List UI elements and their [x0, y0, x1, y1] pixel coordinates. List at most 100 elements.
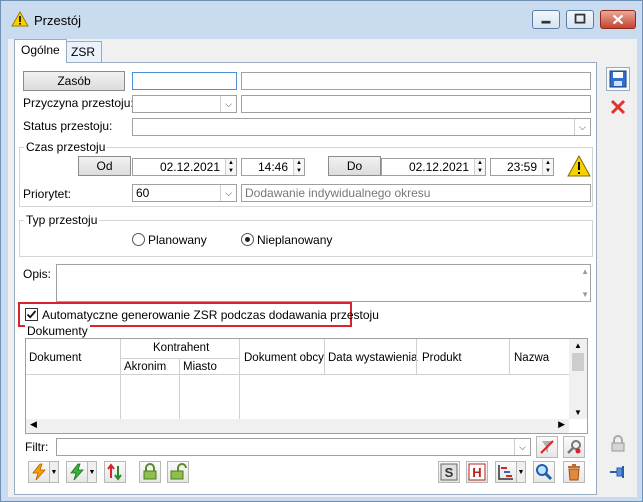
- h-button[interactable]: H: [466, 461, 488, 483]
- spin-icon[interactable]: ▲ ▼: [293, 159, 304, 175]
- clear-filter-icon: [540, 440, 554, 454]
- wrench-filter-icon: [567, 440, 581, 454]
- clear-filter-button[interactable]: [536, 436, 558, 458]
- przyczyna-label: Przyczyna przestoju:: [23, 96, 134, 110]
- status-combo[interactable]: ⌵: [132, 118, 591, 136]
- dokumenty-grid[interactable]: Dokument Kontrahent Akronim Miasto Dokum…: [25, 338, 588, 434]
- horizontal-scrollbar[interactable]: ◀ ▶: [26, 419, 569, 433]
- do-date-value: 02.12.2021: [408, 160, 469, 174]
- dialog-body: Ogólne ZSR Zasób Przyczyna przestoju: ⌵ …: [8, 39, 637, 497]
- filtr-label: Filtr:: [25, 440, 49, 454]
- zasob-code-input[interactable]: [132, 72, 237, 90]
- minimize-button[interactable]: [532, 10, 560, 29]
- spin-icon[interactable]: ▲ ▼: [542, 159, 553, 175]
- maximize-button[interactable]: [566, 10, 594, 29]
- generate-button[interactable]: [66, 461, 88, 483]
- col-akronim[interactable]: Akronim: [124, 361, 166, 373]
- title-bar[interactable]: Przestój: [1, 1, 642, 39]
- tab-panel-ogolne: Zasób Przyczyna przestoju: ⌵ Status prze…: [14, 62, 597, 495]
- chart-dropdown[interactable]: ▼: [517, 461, 526, 483]
- dialog-window: Przestój Ogólne ZSR Zasób Przyczyna prze…: [0, 0, 643, 502]
- filtr-combo[interactable]: ⌵: [56, 438, 531, 456]
- nieplanowany-radio[interactable]: [241, 233, 254, 246]
- add-document-dropdown[interactable]: ▼: [50, 461, 59, 483]
- lock-window-button[interactable]: [606, 432, 630, 456]
- scroll-down-icon[interactable]: ▼: [581, 290, 589, 299]
- chart-button[interactable]: [495, 461, 517, 483]
- do-button[interactable]: Do: [328, 156, 381, 176]
- col-data-wystawienia[interactable]: Data wystawienia: [328, 352, 417, 364]
- unlock-button[interactable]: [167, 461, 189, 483]
- green-lightning-icon: [70, 463, 84, 481]
- pin-button[interactable]: [606, 460, 630, 484]
- header-bottom: [26, 374, 569, 375]
- nieplanowany-label[interactable]: Nieplanowany: [257, 233, 332, 247]
- do-date-input[interactable]: 02.12.2021 ▲ ▼: [381, 158, 486, 176]
- opis-textarea[interactable]: ▲ ▼: [56, 264, 591, 302]
- dokumenty-group-title: Dokumenty: [25, 324, 90, 338]
- pin-icon: [610, 466, 624, 478]
- add-document-button[interactable]: [28, 461, 50, 483]
- tab-zsr[interactable]: ZSR: [64, 41, 102, 63]
- od-date-input[interactable]: 02.12.2021 ▲ ▼: [132, 158, 237, 176]
- planowany-radio[interactable]: [132, 233, 145, 246]
- search-button[interactable]: [533, 461, 555, 483]
- minimize-icon: [541, 20, 551, 24]
- priorytet-value: 60: [136, 186, 150, 200]
- col-divider: [509, 339, 510, 374]
- scroll-thumb[interactable]: [572, 353, 584, 371]
- col-produkt[interactable]: Produkt: [422, 352, 462, 364]
- do-time-input[interactable]: 23:59 ▲ ▼: [490, 158, 554, 176]
- chevron-down-icon: ⌵: [514, 439, 530, 455]
- auto-zsr-checkbox[interactable]: [25, 308, 38, 321]
- priorytet-combo[interactable]: 60 ⌵: [132, 184, 237, 202]
- priorytet-label: Priorytet:: [23, 187, 72, 201]
- spin-icon[interactable]: ▲ ▼: [474, 159, 485, 175]
- zasob-button[interactable]: Zasób: [23, 71, 125, 91]
- scroll-right-icon[interactable]: ▶: [558, 419, 565, 430]
- lock-button[interactable]: [139, 461, 161, 483]
- typ-group-title: Typ przestoju: [24, 213, 100, 227]
- okres-input[interactable]: Dodawanie indywidualnego okresu: [241, 184, 591, 202]
- col-miasto[interactable]: Miasto: [183, 361, 217, 373]
- tab-ogolne[interactable]: Ogólne: [14, 39, 67, 63]
- od-time-input[interactable]: 14:46 ▲ ▼: [241, 158, 305, 176]
- filter-settings-button[interactable]: [563, 436, 585, 458]
- save-button[interactable]: [606, 67, 630, 91]
- col-dokument[interactable]: Dokument: [29, 352, 81, 364]
- scroll-up-icon[interactable]: ▲: [581, 267, 589, 276]
- przyczyna-combo[interactable]: ⌵: [132, 95, 237, 113]
- zasob-name-input[interactable]: [241, 72, 591, 90]
- vertical-scrollbar[interactable]: ▲ ▼: [569, 339, 587, 419]
- search-icon: [536, 464, 553, 481]
- scroll-down-icon[interactable]: ▼: [574, 408, 582, 417]
- col-nazwa[interactable]: Nazwa: [514, 352, 549, 364]
- scroll-up-icon[interactable]: ▲: [574, 341, 582, 350]
- status-label: Status przestoju:: [23, 119, 113, 133]
- sort-button[interactable]: [104, 461, 126, 483]
- svg-text:H: H: [472, 465, 481, 480]
- spin-icon[interactable]: ▲ ▼: [225, 159, 236, 175]
- close-window-button[interactable]: [600, 10, 636, 29]
- warning-icon[interactable]: [567, 155, 591, 177]
- s-letter-icon: S: [440, 463, 458, 481]
- do-time-value: 23:59: [506, 160, 537, 174]
- s-button[interactable]: S: [438, 461, 460, 483]
- przyczyna-description-input[interactable]: [241, 95, 591, 113]
- lock-icon: [143, 463, 157, 480]
- auto-zsr-label[interactable]: Automatyczne generowanie ZSR podczas dod…: [42, 308, 379, 322]
- col-divider: [120, 339, 121, 419]
- col-divider: [179, 358, 180, 419]
- scroll-left-icon[interactable]: ◀: [30, 419, 37, 430]
- opis-label: Opis:: [23, 267, 52, 281]
- cancel-button[interactable]: [606, 95, 630, 119]
- lightning-icon: [32, 463, 46, 481]
- planowany-label[interactable]: Planowany: [148, 233, 207, 247]
- padlock-icon: [611, 435, 625, 452]
- od-button[interactable]: Od: [78, 156, 131, 176]
- col-dokument-obcy[interactable]: Dokument obcy: [244, 352, 324, 364]
- sort-arrows-icon: [107, 463, 122, 481]
- generate-dropdown[interactable]: ▼: [88, 461, 97, 483]
- delete-button[interactable]: [563, 461, 585, 483]
- col-kontrahent[interactable]: Kontrahent: [153, 342, 209, 354]
